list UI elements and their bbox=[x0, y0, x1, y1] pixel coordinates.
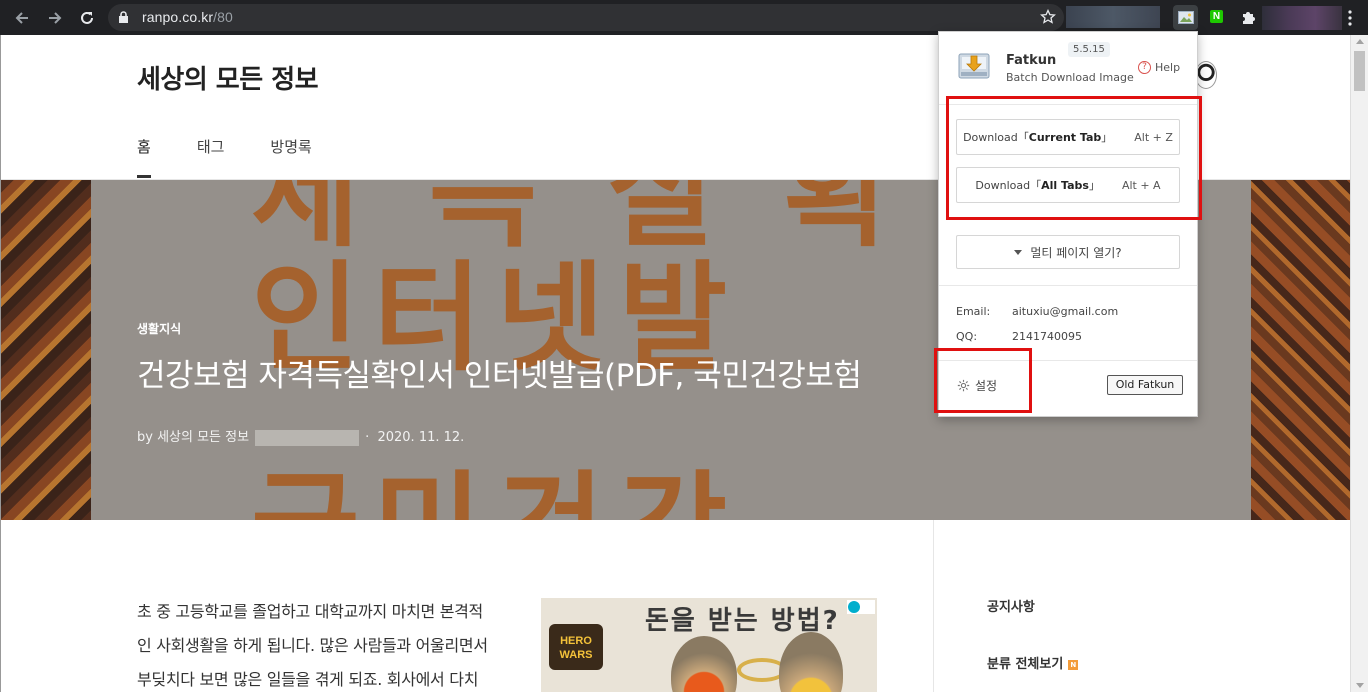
fatkun-extension-button[interactable] bbox=[1173, 5, 1198, 30]
ad-egg-fire bbox=[671, 636, 737, 692]
forward-arrow-icon bbox=[49, 12, 62, 24]
qq-value: 2141740095 bbox=[1012, 330, 1082, 343]
extensions-puzzle-icon[interactable] bbox=[1240, 8, 1258, 26]
scroll-up-arrow-icon[interactable] bbox=[1356, 39, 1364, 44]
url-text: ranpo.co.kr/80 bbox=[142, 9, 233, 25]
fatkun-logo-icon bbox=[958, 53, 990, 79]
popup-app-name: Fatkun bbox=[1006, 53, 1057, 68]
site-title[interactable]: 세상의 모든 정보 bbox=[137, 59, 319, 96]
popup-divider bbox=[939, 285, 1197, 286]
blurred-author-detail bbox=[255, 429, 360, 446]
profile-avatar[interactable] bbox=[1195, 61, 1217, 89]
help-link[interactable]: ? Help bbox=[1138, 61, 1180, 74]
scroll-down-arrow-icon[interactable] bbox=[1356, 683, 1364, 688]
blurred-extensions bbox=[1066, 6, 1160, 28]
nav-home[interactable]: 홈 bbox=[137, 136, 151, 178]
naver-extension-icon[interactable]: N bbox=[1210, 10, 1223, 23]
address-bar[interactable]: ranpo.co.kr/80 bbox=[108, 4, 1064, 31]
reload-icon bbox=[81, 11, 93, 24]
sidebar-notice[interactable]: 공지사항 bbox=[987, 596, 1035, 615]
sidebar-divider bbox=[933, 520, 934, 692]
old-fatkun-button[interactable]: Old Fatkun bbox=[1107, 375, 1183, 395]
email-value: aituxiu@gmail.com bbox=[1012, 305, 1119, 318]
post-date-dot: · bbox=[365, 430, 370, 445]
post-byline: by 세상의 모든 정보 · 2020. 11. 12. bbox=[137, 426, 464, 446]
gear-icon bbox=[957, 379, 970, 392]
lock-icon bbox=[119, 11, 128, 23]
page-scrollbar[interactable] bbox=[1350, 35, 1368, 692]
post-category[interactable]: 생활지식 bbox=[137, 320, 181, 337]
reload-button[interactable] bbox=[76, 7, 98, 29]
body-line: 초 중 고등학교를 졸업하고 대학교까지 마치면 본격적 bbox=[137, 602, 483, 621]
multi-page-toggle-button[interactable]: 멀티 페이지 열기? bbox=[956, 235, 1180, 269]
post-headline: 건강보험 자격득실확인서 인터넷발급(PDF, 국민건강보험 bbox=[137, 358, 862, 394]
post-author: by 세상의 모든 정보 bbox=[137, 430, 250, 445]
hero-wars-logo: HERO WARS bbox=[549, 624, 603, 670]
back-arrow-icon bbox=[15, 12, 28, 24]
site-nav: 홈 태그 방명록 bbox=[137, 136, 358, 178]
forward-button[interactable] bbox=[44, 7, 66, 29]
download-current-tab-button[interactable]: Download「 Current Tab」 Alt + Z bbox=[956, 119, 1180, 155]
browser-toolbar: ranpo.co.kr/80 N bbox=[0, 0, 1368, 35]
qq-row: QQ: 2141740095 bbox=[956, 330, 1082, 343]
scrollbar-thumb[interactable] bbox=[1354, 51, 1365, 91]
ad-egg-gold bbox=[779, 632, 843, 692]
blurred-profile-area bbox=[1262, 6, 1342, 30]
post-body: 초 중 고등학교를 졸업하고 대학교까지 마치면 본격적 인 사회생활을 하게 … bbox=[137, 595, 533, 692]
popup-divider bbox=[939, 360, 1197, 361]
shortcut-label: Alt + Z bbox=[1134, 130, 1173, 144]
fatkun-popup: Fatkun 5.5.15 Batch Download Image ? Help… bbox=[938, 31, 1198, 417]
popup-version-badge: 5.5.15 bbox=[1068, 42, 1110, 57]
advertisement-banner[interactable]: 돈을 받는 방법? HERO WARS bbox=[541, 598, 877, 692]
popup-subtitle: Batch Download Image bbox=[1006, 71, 1134, 84]
new-badge: N bbox=[1068, 660, 1079, 670]
ad-choices-icon[interactable] bbox=[847, 600, 875, 614]
bookmark-star-icon[interactable] bbox=[1040, 9, 1056, 25]
back-button[interactable] bbox=[11, 7, 33, 29]
body-line: 인 사회생활을 하게 됩니다. 많은 사람들과 어울리면서 bbox=[137, 636, 488, 655]
more-menu-icon[interactable] bbox=[1348, 10, 1352, 26]
settings-link[interactable]: 설정 bbox=[957, 377, 997, 394]
caret-down-icon bbox=[1014, 249, 1023, 255]
post-date: 2020. 11. 12. bbox=[377, 430, 465, 445]
nav-guestbook[interactable]: 방명록 bbox=[270, 136, 311, 178]
nav-tags[interactable]: 태그 bbox=[197, 136, 225, 178]
popup-divider bbox=[939, 104, 1197, 105]
email-row: Email: aituxiu@gmail.com bbox=[956, 305, 1119, 318]
download-all-tabs-button[interactable]: Download「 All Tabs」 Alt + A bbox=[956, 167, 1180, 203]
shortcut-label: Alt + A bbox=[1121, 178, 1161, 192]
fatkun-image-icon bbox=[1177, 11, 1194, 24]
sidebar-all-categories[interactable]: 분류 전체보기 N bbox=[987, 653, 1079, 672]
body-line: 부딪치다 보면 많은 일들을 겪게 되죠. 회사에서 다치 bbox=[137, 670, 479, 689]
question-icon: ? bbox=[1138, 61, 1151, 74]
